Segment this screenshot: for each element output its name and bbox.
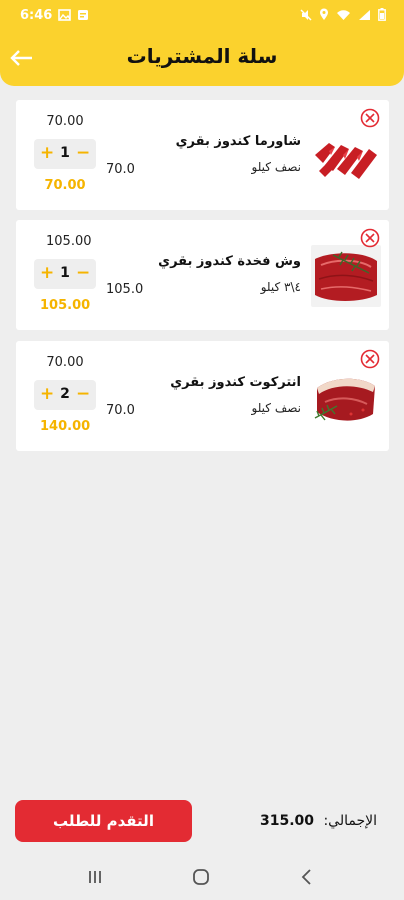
item-price: 70.00 [46, 355, 84, 370]
remove-item-icon[interactable] [360, 228, 380, 248]
decrease-button[interactable]: − [76, 385, 90, 403]
cart-total-label: الإجمالي: [323, 813, 377, 829]
item-weight: ٤\٣ كيلو [260, 280, 301, 294]
item-total: 140.00 [40, 419, 91, 434]
system-nav-bar [0, 852, 404, 900]
cart-item: 105.00 + 1 − 105.00 105.0 وش فخدة كندوز … [16, 220, 389, 330]
quantity-value: 2 [60, 386, 70, 402]
item-weight: نصف كيلو [251, 401, 302, 415]
remove-item-icon[interactable] [360, 108, 380, 128]
status-time: 6:46 [20, 8, 53, 23]
decrease-button[interactable]: − [76, 144, 90, 162]
signal-icon [359, 9, 370, 20]
unit-price: 105.0 [106, 282, 144, 297]
location-icon [320, 8, 328, 20]
quantity-value: 1 [60, 145, 70, 161]
message-icon [78, 10, 88, 20]
wifi-icon [337, 9, 350, 20]
cart-item: 70.00 + 1 − 70.00 70.0 شاورما كندوز بقري… [16, 100, 389, 210]
item-total: 105.00 [40, 298, 91, 313]
item-price: 105.00 [46, 234, 92, 249]
mute-icon [300, 8, 312, 21]
item-name: شاورما كندوز بقري [175, 134, 301, 149]
checkout-button[interactable]: التقدم للطلب [15, 800, 192, 842]
item-price: 70.00 [46, 114, 84, 129]
product-image [311, 245, 381, 307]
quantity-stepper: + 1 − [34, 139, 96, 169]
product-image [311, 366, 381, 428]
item-name: وش فخدة كندوز بقري [158, 254, 301, 269]
back-nav-icon[interactable] [296, 866, 318, 888]
status-bar: 6:46 [0, 0, 404, 30]
product-image [311, 125, 381, 187]
quantity-value: 1 [60, 265, 70, 281]
increase-button[interactable]: + [40, 385, 54, 403]
home-icon[interactable] [190, 866, 212, 888]
app-bar: سلة المشتريات [0, 30, 404, 86]
remove-item-icon[interactable] [360, 349, 380, 369]
decrease-button[interactable]: − [76, 264, 90, 282]
item-name: انتركوت كندوز بقري [170, 375, 301, 390]
unit-price: 70.0 [106, 403, 135, 418]
cart-total-value: 315.00 [260, 813, 315, 829]
item-total: 70.00 [44, 178, 86, 193]
battery-icon [378, 8, 386, 21]
increase-button[interactable]: + [40, 264, 54, 282]
image-icon [58, 9, 71, 21]
unit-price: 70.0 [106, 162, 135, 177]
checkout-bar: التقدم للطلب 315.00 الإجمالي: [0, 790, 404, 850]
page-title: سلة المشتريات [126, 44, 278, 68]
quantity-stepper: + 2 − [34, 380, 96, 410]
quantity-stepper: + 1 − [34, 259, 96, 289]
increase-button[interactable]: + [40, 144, 54, 162]
cart-item: 70.00 + 2 − 140.00 70.0 انتركوت كندوز بق… [16, 341, 389, 451]
item-weight: نصف كيلو [251, 160, 302, 174]
recent-apps-icon[interactable] [84, 866, 106, 888]
